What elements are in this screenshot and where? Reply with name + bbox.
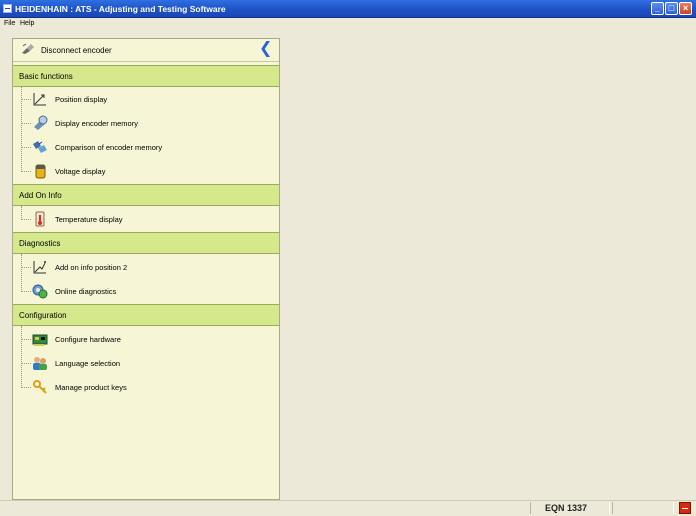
menu-item-configure-hardware[interactable]: Configure hardware: [13, 328, 279, 350]
section-configuration: Configuration: [13, 304, 279, 326]
function-sidebar: Disconnect encoder ❮ Basic functions Pos…: [12, 38, 280, 500]
menu-item-language-selection[interactable]: Language selection: [13, 352, 279, 374]
window-title: HEIDENHAIN : ATS - Adjusting and Testing…: [15, 4, 226, 14]
close-button[interactable]: ×: [679, 2, 692, 15]
encoder-model: EQN 1337: [545, 503, 588, 513]
disconnect-encoder-label: Disconnect encoder: [41, 46, 112, 55]
position-display-icon: [33, 93, 46, 106]
item-label: Display encoder memory: [55, 119, 138, 128]
voltage-icon: [35, 164, 46, 179]
app-icon: [3, 4, 12, 13]
section-label: Diagnostics: [19, 239, 61, 248]
section-label: Configuration: [19, 311, 67, 320]
thermometer-icon: [35, 211, 45, 227]
menu-item-manage-product-keys[interactable]: Manage product keys: [13, 376, 279, 398]
hardware-card-icon: [32, 334, 48, 346]
menu-item-temperature-display[interactable]: Temperature display: [13, 208, 279, 230]
menu-item-position-display[interactable]: Position display: [13, 88, 279, 110]
plug-icon: [22, 43, 34, 54]
item-label: Configure hardware: [55, 335, 121, 344]
item-label: Online diagnostics: [55, 287, 117, 296]
item-label: Add on info position 2: [55, 263, 128, 272]
menu-help[interactable]: Help: [20, 20, 34, 27]
status-bar: EQN 1337: [0, 500, 696, 516]
position-display-icon: [33, 261, 46, 274]
menu-item-voltage-display[interactable]: Voltage display: [13, 160, 279, 182]
item-label: Voltage display: [55, 167, 106, 176]
menu-item-display-encoder-memory[interactable]: Display encoder memory: [13, 112, 279, 134]
section-add-on-info: Add On Info: [13, 184, 279, 206]
menu-item-add-on-info-position-2[interactable]: Add on info position 2: [13, 256, 279, 278]
item-label: Temperature display: [55, 215, 123, 224]
memory-comparison-icon: [33, 141, 47, 153]
menu-file[interactable]: File: [4, 20, 15, 27]
section-basic-functions: Basic functions: [13, 65, 279, 87]
section-label: Add On Info: [19, 191, 62, 200]
section-label: Basic functions: [19, 72, 73, 81]
minimize-button[interactable]: _: [651, 2, 664, 15]
connection-status-icon: [679, 502, 691, 514]
maximize-button[interactable]: □: [665, 2, 678, 15]
item-label: Language selection: [55, 359, 121, 368]
section-diagnostics: Diagnostics: [13, 232, 279, 254]
menu-item-comparison-encoder-memory[interactable]: Comparison of encoder memory: [13, 136, 279, 158]
encoder-memory-icon: [34, 115, 48, 130]
collapse-panel-icon[interactable]: ❮: [259, 41, 273, 57]
disconnect-encoder-button[interactable]: Disconnect encoder ❮: [13, 39, 279, 62]
item-label: Manage product keys: [55, 383, 127, 392]
language-people-icon: [33, 357, 47, 370]
encoder-status-cell: EQN 1337: [530, 502, 610, 514]
item-label: Comparison of encoder memory: [55, 143, 163, 152]
menu-bar: File Help: [0, 18, 696, 30]
window-titlebar: HEIDENHAIN : ATS - Adjusting and Testing…: [0, 0, 696, 18]
keys-icon: [33, 380, 47, 394]
item-label: Position display: [55, 95, 108, 104]
menu-item-online-diagnostics[interactable]: Online diagnostics: [13, 280, 279, 302]
online-diagnostics-icon: [32, 284, 48, 299]
status-cell: [612, 502, 674, 514]
